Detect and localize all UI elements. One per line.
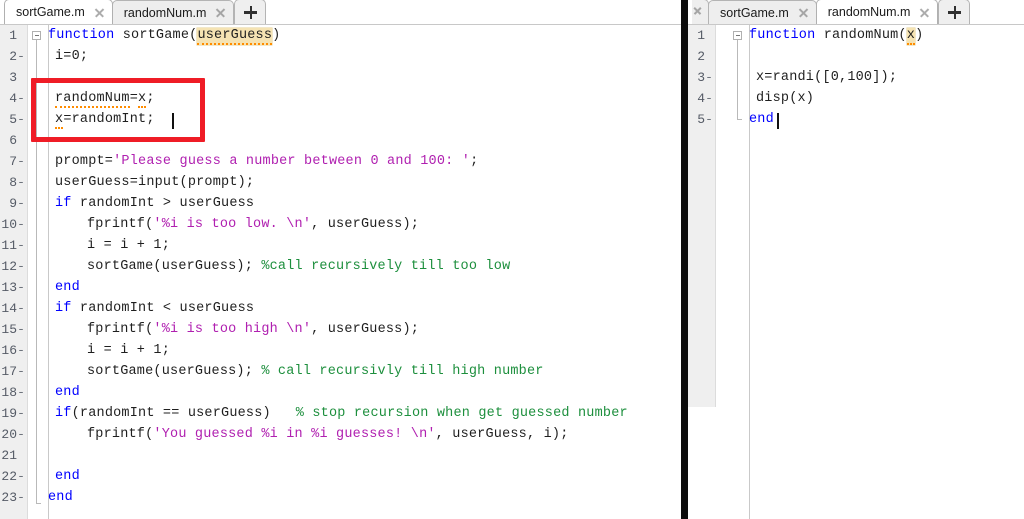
- code-area-right[interactable]: function randomNum(x) x=randi([0,100]); …: [715, 25, 1024, 519]
- line-number: 10-: [1, 217, 25, 232]
- line-number: 2-: [9, 49, 25, 64]
- code-line-10: fprintf('%i is too low. \n', userGuess);: [87, 217, 420, 232]
- line-number: 4-: [9, 91, 25, 106]
- tab-randomnum-left[interactable]: randomNum.m: [111, 0, 235, 24]
- tab-label: sortGame.m: [720, 5, 789, 20]
- line-number: 17-: [1, 364, 25, 379]
- line-number: 5-: [697, 112, 713, 127]
- code-line-7: prompt='Please guess a number between 0 …: [55, 154, 479, 169]
- code-line-1: function sortGame(userGuess): [48, 28, 281, 45]
- line-number: 1: [9, 28, 17, 43]
- editor-panel-left: sortGame.m randomNum.m 1 2- 3 4- 5- 6 7-…: [0, 0, 681, 519]
- tab-label: randomNum.m: [827, 5, 911, 19]
- tabbar-right: sortGame.m randomNum.m: [688, 0, 1024, 25]
- close-icon[interactable]: [798, 7, 809, 18]
- line-number: 18-: [1, 385, 25, 400]
- tabbar-left: sortGame.m randomNum.m: [0, 0, 681, 25]
- line-number-gutter-right: 1 2 3- 4- 5-: [688, 25, 716, 407]
- line-number: 21: [1, 448, 17, 463]
- code-line-15: fprintf('%i is too high \n', userGuess);: [87, 322, 420, 337]
- line-number: 11-: [1, 238, 25, 253]
- line-number: 15-: [1, 322, 25, 337]
- tab-randomnum-right[interactable]: randomNum.m: [815, 0, 939, 24]
- line-number: 3-: [697, 70, 713, 85]
- code-line-2: i=0;: [55, 49, 89, 64]
- tab-sortgame-left[interactable]: sortGame.m: [4, 0, 113, 24]
- highlighted-variable-userguess: userGuess: [197, 28, 273, 45]
- code-line-19: if(randomInt == userGuess) % stop recurs…: [55, 406, 628, 421]
- fold-guide-end: [36, 503, 41, 504]
- code-line-5: x=randomInt;: [55, 112, 155, 129]
- tab-label: randomNum.m: [123, 5, 207, 20]
- tab-overflow-stub[interactable]: [692, 0, 709, 24]
- plus-icon[interactable]: [938, 0, 971, 24]
- fold-guide-line: [737, 40, 738, 119]
- code-line-17: sortGame(userGuess); % call recursivly t…: [87, 364, 544, 379]
- line-number: 16-: [1, 343, 25, 358]
- code-line-5: end: [749, 112, 774, 127]
- close-icon[interactable]: [94, 7, 105, 18]
- close-icon[interactable]: [215, 7, 226, 18]
- line-number: 20-: [1, 427, 25, 442]
- panel-splitter[interactable]: [681, 0, 688, 519]
- code-fold-toggle[interactable]: [32, 31, 41, 40]
- code-line-9: if randomInt > userGuess: [55, 196, 255, 211]
- indent-guide-line: [48, 25, 49, 519]
- code-line-13: end: [55, 280, 80, 295]
- line-number-gutter-left: 1 2- 3 4- 5- 6 7- 8- 9- 10- 11- 12- 13- …: [0, 25, 28, 519]
- fold-guide-line: [36, 40, 37, 503]
- code-line-18: end: [55, 385, 80, 400]
- line-number: 8-: [9, 175, 25, 190]
- tab-sortgame-right[interactable]: sortGame.m: [708, 0, 817, 24]
- code-line-4: disp(x): [756, 91, 815, 106]
- editor-panel-right: sortGame.m randomNum.m 1 2 3- 4- 5- func…: [688, 0, 1024, 519]
- tab-label: sortGame.m: [16, 5, 85, 19]
- code-editor-left[interactable]: 1 2- 3 4- 5- 6 7- 8- 9- 10- 11- 12- 13- …: [0, 25, 681, 519]
- line-number: 14-: [1, 301, 25, 316]
- line-number: 19-: [1, 406, 25, 421]
- fold-guide-end: [737, 119, 742, 120]
- text-caret: [172, 113, 174, 129]
- line-number: 4-: [697, 91, 713, 106]
- code-line-8: userGuess=input(prompt);: [55, 175, 255, 190]
- line-number: 13-: [1, 280, 25, 295]
- line-number: 1: [697, 28, 705, 43]
- indent-guide-line: [749, 25, 750, 519]
- line-number: 23-: [1, 490, 25, 505]
- line-number: 9-: [9, 196, 25, 211]
- plus-icon[interactable]: [234, 0, 267, 24]
- line-number: 3: [9, 70, 17, 85]
- code-area-left[interactable]: function sortGame(userGuess) i=0; random…: [27, 25, 681, 519]
- code-line-14: if randomInt < userGuess: [55, 301, 255, 316]
- code-line-4: randomNum=x;: [55, 91, 155, 108]
- line-number: 7-: [9, 154, 25, 169]
- code-editor-right[interactable]: 1 2 3- 4- 5- function randomNum(x) x=ran…: [688, 25, 1024, 519]
- highlighted-variable-x: x: [906, 28, 916, 45]
- code-line-16: i = i + 1;: [87, 343, 171, 358]
- text-caret: [777, 113, 779, 129]
- close-icon[interactable]: [693, 6, 702, 15]
- line-number: 12-: [1, 259, 25, 274]
- line-number: 2: [697, 49, 705, 64]
- code-fold-toggle[interactable]: [733, 31, 742, 40]
- close-icon[interactable]: [919, 7, 930, 18]
- code-line-3: x=randi([0,100]);: [756, 70, 898, 85]
- code-line-11: i = i + 1;: [87, 238, 171, 253]
- line-number: 5-: [9, 112, 25, 127]
- line-number: 22-: [1, 469, 25, 484]
- code-line-23: end: [48, 490, 73, 505]
- code-line-1: function randomNum(x): [749, 28, 924, 45]
- code-line-22: end: [55, 469, 80, 484]
- line-number: 6: [9, 133, 17, 148]
- matlab-editor-window: sortGame.m randomNum.m 1 2- 3 4- 5- 6 7-…: [0, 0, 1024, 519]
- code-line-20: fprintf('You guessed %i in %i guesses! \…: [87, 427, 569, 442]
- code-line-12: sortGame(userGuess); %call recursively t…: [87, 259, 511, 274]
